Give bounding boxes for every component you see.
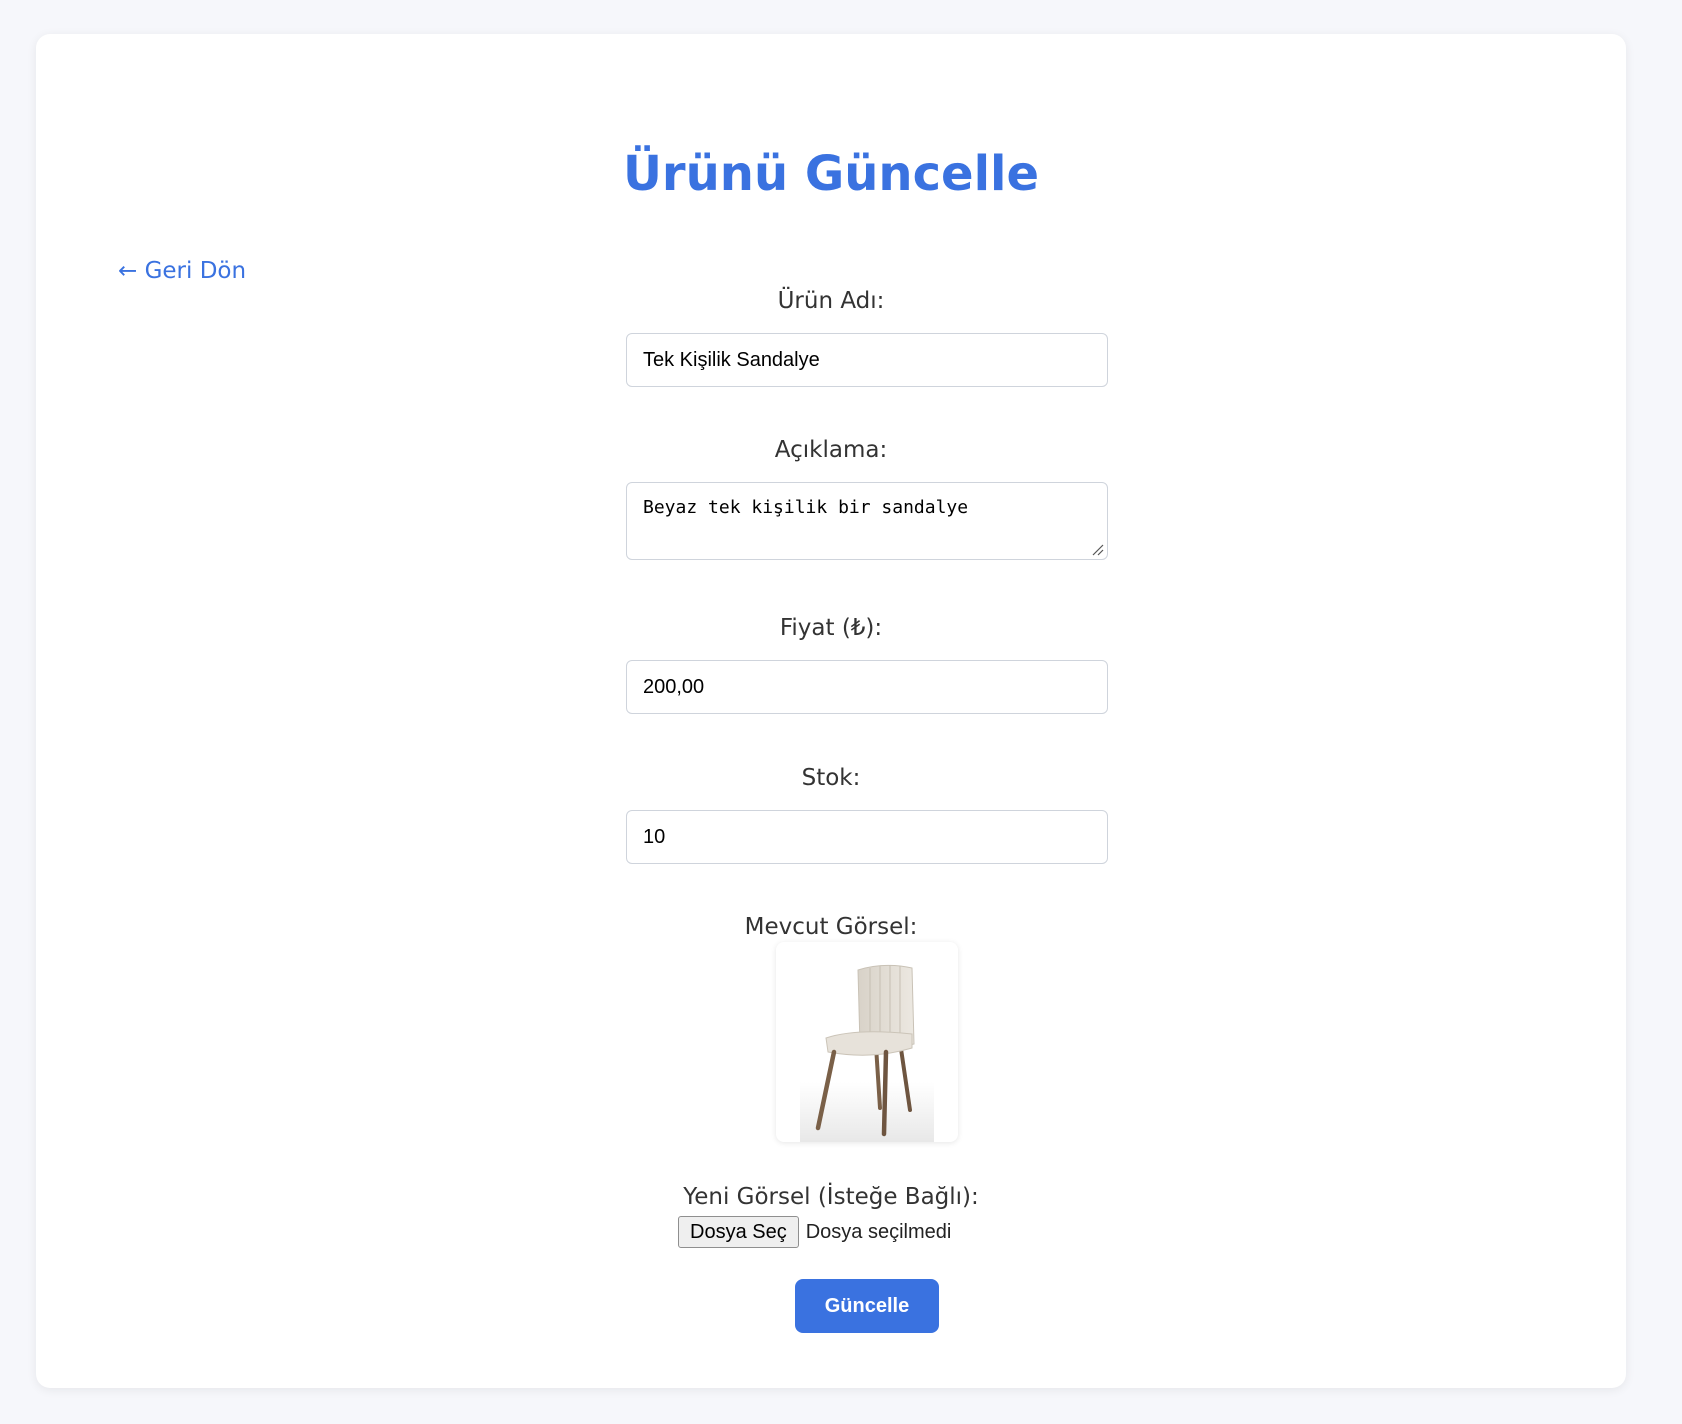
- product-name-input[interactable]: Tek Kişilik Sandalye: [626, 333, 1108, 387]
- new-image-label: Yeni Görsel (İsteğe Bağlı):: [683, 1184, 979, 1210]
- stock-label: Stok:: [801, 765, 861, 791]
- file-input: Dosya Seç Dosya seçilmedi: [678, 1216, 951, 1248]
- file-status-text: Dosya seçilmedi: [805, 1220, 952, 1243]
- resize-handle-icon[interactable]: [1090, 542, 1104, 556]
- choose-file-button[interactable]: Dosya Seç: [678, 1216, 799, 1248]
- chair-photo: [800, 964, 934, 1142]
- page-title: Ürünü Güncelle: [622, 146, 1040, 202]
- current-image: [776, 942, 958, 1142]
- description-text: Beyaz tek kişilik bir sandalye: [643, 497, 969, 518]
- price-label: Fiyat (₺):: [779, 615, 883, 641]
- price-input[interactable]: 200,00: [626, 660, 1108, 714]
- description-label: Açıklama:: [774, 437, 888, 463]
- update-button[interactable]: Güncelle: [795, 1279, 939, 1333]
- form-card: Ürünü Güncelle ← Geri Dön Ürün Adı: Tek …: [36, 34, 1626, 1388]
- product-name-label: Ürün Adı:: [777, 288, 885, 314]
- current-image-label: Mevcut Görsel:: [744, 914, 918, 940]
- description-textarea[interactable]: Beyaz tek kişilik bir sandalye: [626, 482, 1108, 560]
- back-link[interactable]: ← Geri Dön: [118, 258, 246, 284]
- stock-input[interactable]: 10: [626, 810, 1108, 864]
